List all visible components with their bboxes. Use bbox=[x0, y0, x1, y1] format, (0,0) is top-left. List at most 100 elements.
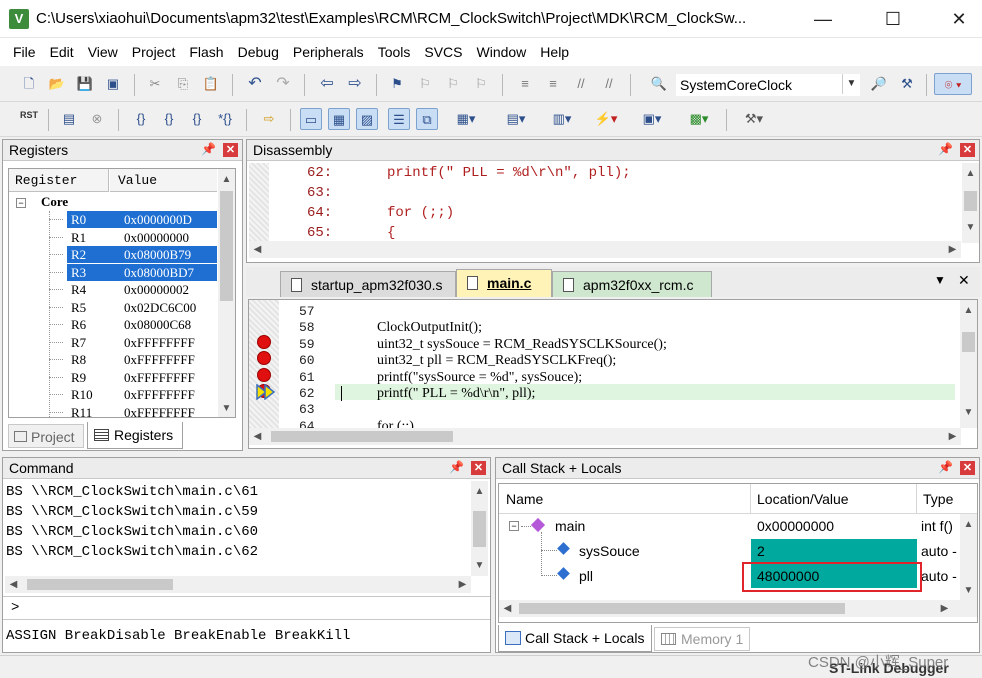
tab-rcm-file[interactable]: apm32f0xx_rcm.c bbox=[552, 271, 712, 297]
menu-tools[interactable]: Tools bbox=[371, 38, 418, 66]
local-row-value[interactable]: 2 bbox=[757, 539, 765, 563]
editor-code-line[interactable]: ClockOutputInit(); bbox=[377, 320, 482, 336]
register-value[interactable]: 0xFFFFFFFF bbox=[117, 351, 217, 368]
stop-icon[interactable]: ⊗ bbox=[86, 108, 108, 130]
register-row[interactable]: R2 0x08000B79 bbox=[9, 246, 217, 264]
registers-window-icon[interactable]: ☰ bbox=[388, 108, 410, 130]
scroll-up-icon[interactable]: ▲ bbox=[218, 171, 235, 188]
menu-svcs[interactable]: SVCS bbox=[417, 38, 469, 66]
tab-main-c[interactable]: main.c bbox=[456, 269, 552, 297]
tab-startup-file[interactable]: startup_apm32f030.s bbox=[280, 271, 456, 297]
undo-icon[interactable]: ↶ bbox=[244, 73, 266, 95]
scroll-down-icon[interactable]: ▼ bbox=[960, 582, 977, 599]
collapse-icon[interactable]: − bbox=[16, 198, 26, 208]
prev-bookmark-icon[interactable]: ⚐ bbox=[414, 73, 436, 95]
find-icon[interactable]: 🔎 bbox=[868, 73, 890, 95]
disassembly-source-line[interactable]: for (;;) bbox=[387, 205, 454, 221]
editor-code-line[interactable]: uint32_t pll = RCM_ReadSYSCLKFreq(); bbox=[377, 353, 616, 369]
pin-icon[interactable]: 📌 bbox=[938, 460, 953, 474]
pin-icon[interactable]: 📌 bbox=[938, 142, 953, 156]
editor-code-line[interactable]: for (;;) bbox=[377, 419, 414, 428]
scroll-down-icon[interactable]: ▼ bbox=[962, 219, 979, 236]
register-value[interactable]: 0x08000C68 bbox=[117, 316, 217, 333]
redo-icon[interactable]: ↷ bbox=[272, 73, 294, 95]
watch-window-icon[interactable]: ▦▾ bbox=[448, 108, 484, 130]
chevron-down-icon[interactable]: ▼ bbox=[842, 74, 860, 94]
tab-list-dropdown-icon[interactable]: ▼ bbox=[934, 273, 946, 287]
close-icon[interactable]: ✕ bbox=[223, 143, 238, 157]
editor-code-line[interactable]: uint32_t sysSouce = RCM_ReadSYSCLKSource… bbox=[377, 337, 667, 353]
register-row[interactable]: R0 0x0000000D bbox=[9, 211, 217, 229]
uncomment-icon[interactable]: // bbox=[598, 73, 620, 95]
scroll-down-icon[interactable]: ▼ bbox=[218, 400, 235, 417]
paste-icon[interactable]: 📋 bbox=[200, 73, 222, 95]
scroll-left-icon[interactable]: ◀ bbox=[249, 241, 266, 258]
symbols-window-icon[interactable]: ▨ bbox=[356, 108, 378, 130]
breakpoint-icon[interactable] bbox=[257, 368, 271, 382]
find-in-files-icon[interactable]: 🔍 bbox=[648, 73, 670, 95]
editor-code-line[interactable]: printf(" PLL = %d\r\n", pll); bbox=[377, 386, 535, 402]
register-row[interactable]: R1 0x00000000 bbox=[9, 229, 217, 247]
editor-area[interactable]: 57 58 ClockOutputInit(); 59 uint32_t sysSouc… bbox=[248, 299, 978, 449]
command-vscroll[interactable]: ▲ ▼ bbox=[471, 481, 488, 576]
open-folder-icon[interactable]: 📂 bbox=[46, 73, 68, 95]
menu-file[interactable]: File bbox=[6, 38, 43, 66]
callstack-hscroll[interactable]: ◀ ▶ bbox=[499, 600, 977, 617]
reset-icon[interactable]: RST bbox=[18, 108, 40, 130]
tab-call-stack[interactable]: Call Stack + Locals bbox=[498, 625, 652, 652]
breakpoint-icon[interactable] bbox=[257, 351, 271, 365]
unindent-icon[interactable]: ≡ bbox=[542, 73, 564, 95]
register-value[interactable]: 0xFFFFFFFF bbox=[117, 369, 217, 386]
breakpoint-icon[interactable] bbox=[257, 335, 271, 349]
nav-back-icon[interactable]: ⇦ bbox=[316, 73, 338, 95]
maximize-button[interactable]: ☐ bbox=[870, 0, 916, 38]
new-file-icon[interactable]: 🗋 bbox=[18, 73, 40, 95]
function-combo[interactable]: SystemCoreClock ▼ bbox=[676, 74, 860, 96]
trace-window-icon[interactable]: ▣▾ bbox=[634, 108, 670, 130]
scroll-right-icon[interactable]: ▶ bbox=[944, 428, 961, 445]
menu-help[interactable]: Help bbox=[533, 38, 576, 66]
editor-vscroll[interactable]: ▲ ▼ bbox=[960, 300, 977, 428]
menu-view[interactable]: View bbox=[81, 38, 125, 66]
minimize-button[interactable]: — bbox=[800, 0, 846, 38]
disassembly-hscroll[interactable]: ◀ ▶ bbox=[249, 241, 961, 258]
next-bookmark-icon[interactable]: ⚐ bbox=[442, 73, 464, 95]
scroll-right-icon[interactable]: ▶ bbox=[936, 600, 953, 617]
callstack-vscroll[interactable]: ▲ ▼ bbox=[960, 514, 977, 602]
callstack-row-value[interactable]: 0x00000000 bbox=[757, 514, 834, 538]
register-row[interactable]: R7 0xFFFFFFFF bbox=[9, 334, 217, 352]
scroll-left-icon[interactable]: ◀ bbox=[249, 428, 266, 445]
registers-vscroll[interactable]: ▲ ▼ bbox=[218, 169, 235, 417]
collapse-icon[interactable]: − bbox=[509, 521, 519, 531]
register-row[interactable]: R11 0xFFFFFFFF bbox=[9, 404, 217, 418]
register-column-header[interactable]: Register bbox=[9, 169, 109, 192]
register-value[interactable]: 0xFFFFFFFF bbox=[117, 404, 217, 418]
register-row[interactable]: R6 0x08000C68 bbox=[9, 316, 217, 334]
incremental-find-icon[interactable]: ⚒ bbox=[896, 73, 918, 95]
scroll-right-icon[interactable]: ▶ bbox=[944, 241, 961, 258]
indent-icon[interactable]: ≡ bbox=[514, 73, 536, 95]
scroll-left-icon[interactable]: ◀ bbox=[499, 600, 516, 617]
register-value[interactable]: 0x00000002 bbox=[117, 281, 217, 298]
tab-registers[interactable]: Registers bbox=[87, 422, 183, 449]
show-next-statement-icon[interactable]: ⇨ bbox=[258, 108, 280, 130]
menu-edit[interactable]: Edit bbox=[43, 38, 81, 66]
name-column-header[interactable]: Name bbox=[499, 484, 751, 514]
register-value[interactable]: 0xFFFFFFFF bbox=[117, 334, 217, 351]
tab-memory[interactable]: Memory 1 bbox=[654, 627, 750, 651]
register-value[interactable]: 0x02DC6C00 bbox=[117, 299, 217, 316]
disassembly-source-line[interactable]: { bbox=[387, 225, 395, 241]
step-over-icon[interactable]: {} bbox=[158, 108, 180, 130]
bookmark-icon[interactable]: ⚑ bbox=[386, 73, 408, 95]
close-icon[interactable]: ✕ bbox=[958, 272, 970, 289]
type-column-header[interactable]: Type bbox=[917, 484, 977, 514]
serial-window-icon[interactable]: ▥▾ bbox=[544, 108, 580, 130]
local-row-name[interactable]: sysSouce bbox=[579, 539, 640, 563]
register-row[interactable]: R5 0x02DC6C00 bbox=[9, 299, 217, 317]
callstack-row-name[interactable]: main bbox=[555, 514, 585, 538]
save-all-icon[interactable]: ▣ bbox=[102, 73, 124, 95]
editor-hscroll[interactable]: ◀ ▶ bbox=[249, 428, 961, 445]
menu-project[interactable]: Project bbox=[125, 38, 183, 66]
command-window-icon[interactable]: ▭ bbox=[300, 108, 322, 130]
menu-peripherals[interactable]: Peripherals bbox=[286, 38, 371, 66]
